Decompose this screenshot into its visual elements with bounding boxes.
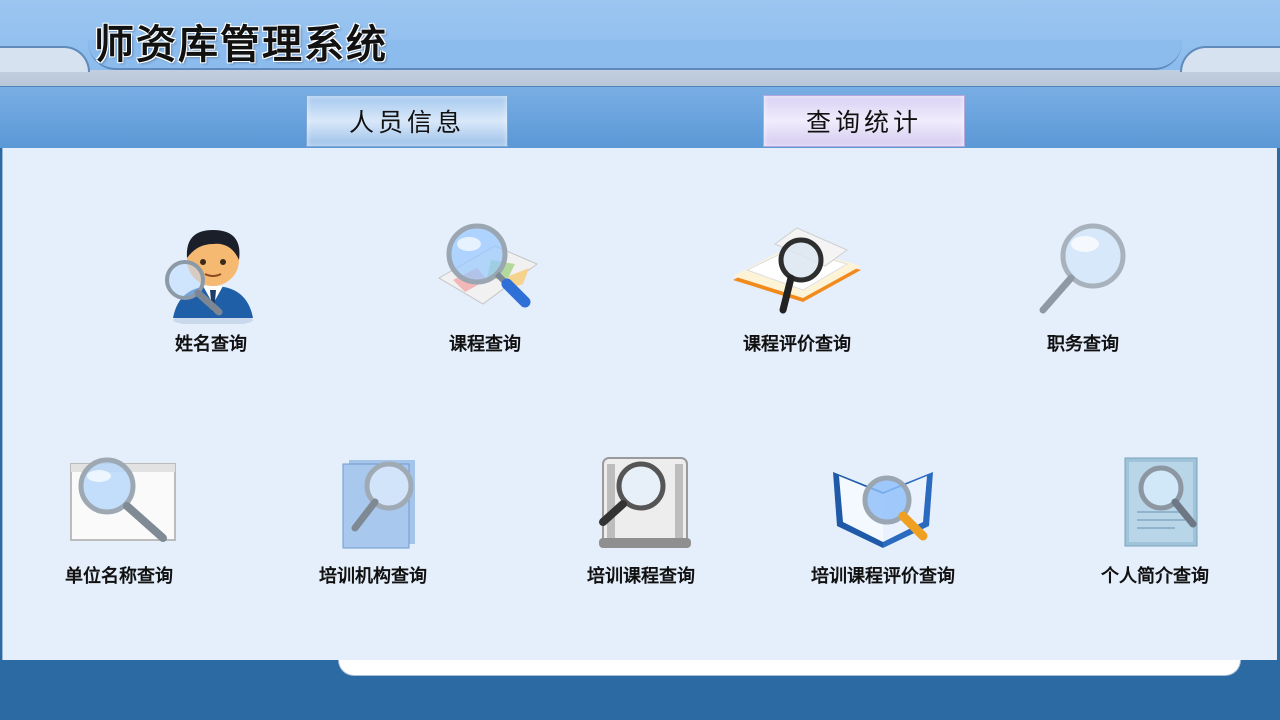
query-label: 课程查询 [449,334,521,355]
app-title: 师资库管理系统 [94,22,388,68]
query-label: 职务查询 [1047,334,1119,355]
book-magnifier-icon [727,220,867,324]
query-label: 姓名查询 [175,334,247,355]
query-label: 单位名称查询 [65,566,173,587]
window-magnifier-icon [59,452,179,556]
people-info-button[interactable]: 人员信息 [306,95,508,147]
open-book-magnifier-icon [823,452,943,556]
query-label: 个人简介查询 [1101,566,1209,587]
name-query-item[interactable]: 姓名查询 [151,220,271,356]
document-magnifier-icon [1095,452,1215,556]
training-institution-query-item[interactable]: 培训机构查询 [313,452,433,588]
training-course-query-item[interactable]: 培训课程查询 [581,452,701,588]
map-magnifier-icon [425,220,545,324]
person-magnifier-icon [151,220,271,326]
training-course-evaluation-query-item[interactable]: 培训课程评价查询 [811,452,955,588]
magnifier-icon [1023,220,1143,324]
footer-bar [338,660,1241,676]
query-label: 课程评价查询 [743,334,851,355]
query-label: 培训课程评价查询 [811,566,955,587]
position-query-item[interactable]: 职务查询 [1023,220,1143,356]
query-label: 培训课程查询 [587,566,695,587]
header-corner-right [1180,46,1280,72]
unit-name-query-item[interactable]: 单位名称查询 [59,452,179,588]
profile-query-item[interactable]: 个人简介查询 [1095,452,1215,588]
film-magnifier-icon [581,452,701,556]
folder-magnifier-icon [313,452,433,556]
query-label: 培训机构查询 [319,566,427,587]
header-corner-left [0,46,90,72]
main-panel: 姓名查询 课程查询 课程评价查询 职务查询 单位名称查询 培训机构查询 培训课程… [2,148,1277,660]
query-stats-button[interactable]: 查询统计 [763,95,965,147]
nav-bar: 人员信息 查询统计 [0,86,1280,148]
course-evaluation-query-item[interactable]: 课程评价查询 [727,220,867,356]
course-query-item[interactable]: 课程查询 [425,220,545,356]
